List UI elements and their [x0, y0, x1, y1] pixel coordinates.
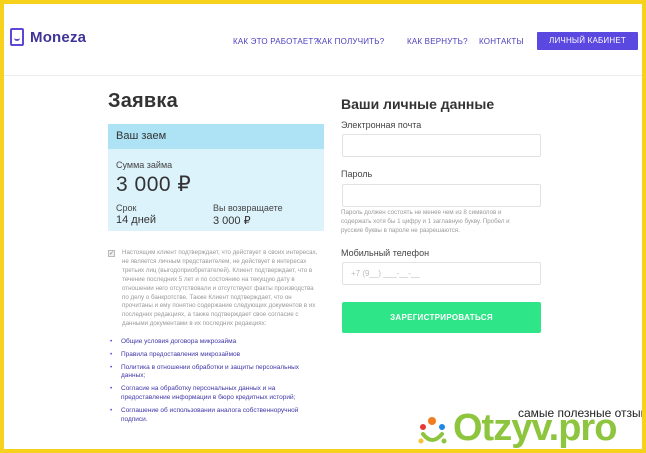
moneza-logo-icon	[10, 28, 24, 46]
document-link[interactable]: Общие условия договора микрозайма	[110, 338, 322, 347]
header-divider	[4, 75, 642, 76]
password-label: Пароль	[341, 169, 373, 179]
return-amount-value: 3 000 ₽	[213, 215, 251, 227]
document-link[interactable]: Соглашение об использовании аналога собс…	[110, 407, 322, 425]
password-hint: Пароль должен состоять не менее чем из 8…	[341, 209, 510, 234]
documents-list: Общие условия договора микрозайма Правил…	[110, 338, 322, 428]
form-title: Ваши личные данные	[341, 96, 495, 112]
watermark: Otzyv.pro	[418, 407, 642, 449]
loan-card: Сумма займа 3 000 ₽ Срок 14 дней Вы возв…	[108, 149, 324, 231]
site-header: Moneza КАК ЭТО РАБОТАЕТ? КАК ПОЛУЧИТЬ? К…	[4, 4, 642, 76]
logo[interactable]: Moneza	[10, 28, 86, 46]
nav-contacts[interactable]: КОНТАКТЫ	[479, 37, 524, 46]
phone-field[interactable]: +7 (9__) ___-__-__	[342, 262, 541, 285]
email-label: Электронная почта	[341, 120, 422, 130]
nav-how-to-get[interactable]: КАК ПОЛУЧИТЬ?	[317, 37, 384, 46]
loan-card-header: Ваш заем	[108, 124, 324, 149]
page: Moneza КАК ЭТО РАБОТАЕТ? КАК ПОЛУЧИТЬ? К…	[4, 4, 642, 449]
phone-label: Мобильный телефон	[341, 248, 430, 258]
document-link[interactable]: Согласие на обработку персональных данны…	[110, 385, 322, 403]
nav-how-to-return[interactable]: КАК ВЕРНУТЬ?	[407, 37, 468, 46]
smiley-figure-icon	[418, 417, 447, 444]
register-button[interactable]: ЗАРЕГИСТРИРОВАТЬСЯ	[342, 302, 541, 333]
loan-term-value: 14 дней	[116, 214, 157, 226]
consent-text: Настоящим клиент подтверждает, что дейст…	[122, 249, 318, 328]
password-field[interactable]	[342, 184, 541, 207]
return-amount-label: Вы возвращаете	[213, 203, 283, 213]
personal-cabinet-button[interactable]: ЛИЧНЫЙ КАБИНЕТ	[537, 32, 638, 50]
loan-term-label: Срок	[116, 203, 137, 213]
document-link[interactable]: Правила предоставления микрозаймов	[110, 351, 322, 360]
loan-amount-value: 3 000 ₽	[116, 173, 192, 196]
document-link[interactable]: Политика в отношении обработки и защиты …	[110, 364, 322, 382]
watermark-text: Otzyv.pro	[453, 407, 617, 449]
loan-amount-label: Сумма займа	[116, 160, 173, 170]
logo-text: Moneza	[30, 28, 87, 46]
email-field[interactable]	[342, 134, 541, 157]
page-title: Заявка	[108, 90, 178, 112]
consent-checkbox[interactable]: ✓	[108, 250, 115, 257]
nav-how-it-works[interactable]: КАК ЭТО РАБОТАЕТ?	[233, 37, 318, 46]
